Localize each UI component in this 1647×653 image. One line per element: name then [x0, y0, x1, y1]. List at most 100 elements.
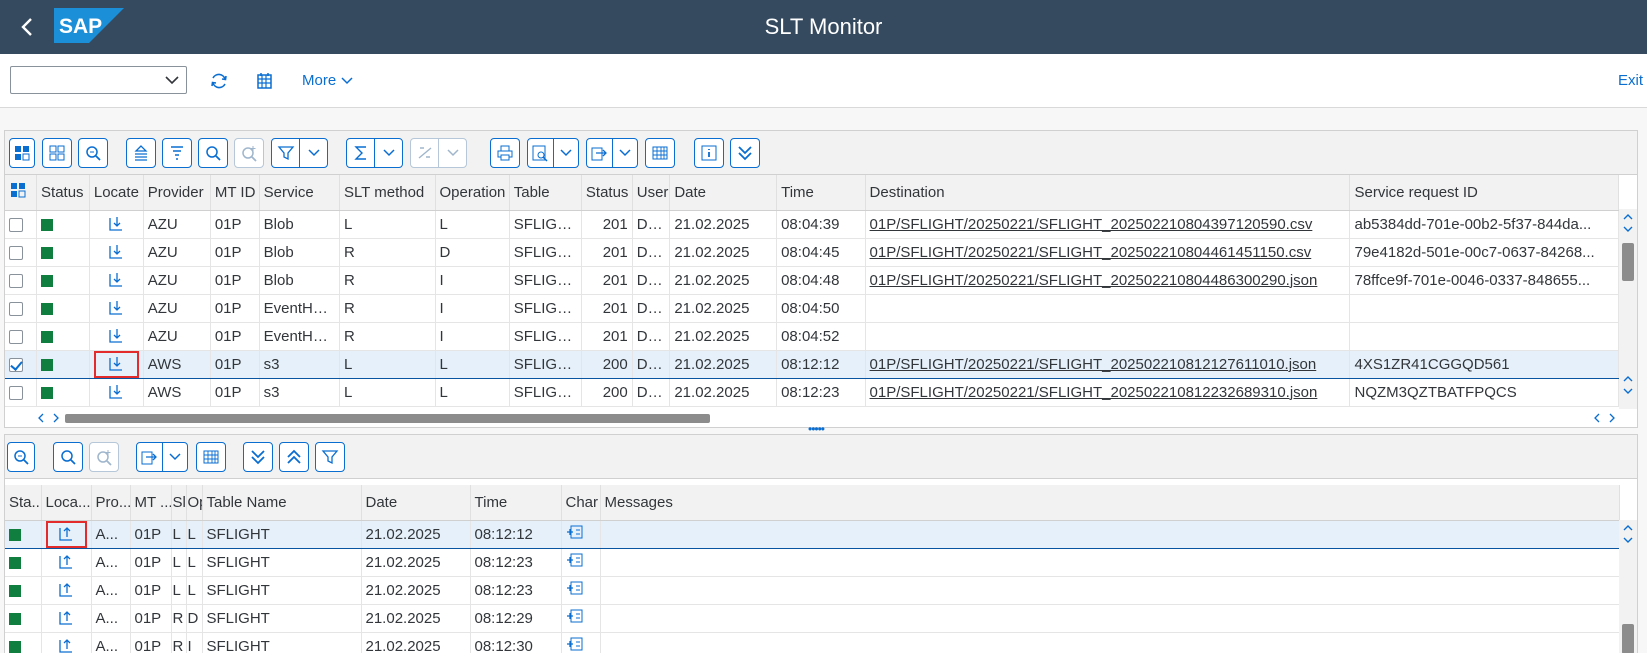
- row-checkbox-cell[interactable]: [5, 238, 38, 267]
- row-checkbox-cell[interactable]: [5, 322, 38, 351]
- upper-vscroll-thumb[interactable]: [1622, 243, 1634, 281]
- lower-collapse-button[interactable]: [279, 442, 309, 472]
- destination-link[interactable]: 01P/SFLIGHT/20250221/SFLIGHT_20250221081…: [865, 378, 1351, 407]
- scroll-up-icon[interactable]: [1619, 373, 1637, 385]
- destination-link[interactable]: 01P/SFLIGHT/20250221/SFLIGHT_20250221080…: [865, 238, 1351, 267]
- locate-cell[interactable]: [41, 604, 92, 633]
- expand-all-button[interactable]: [730, 138, 760, 168]
- table-row[interactable]: AZU 01P Blob R I SFLIGHT 201 DDIC 21.02.2025 08:0…: [5, 266, 1619, 295]
- upper-horizontal-scrollbar[interactable]: [35, 411, 1615, 425]
- sort-descending-button[interactable]: [162, 138, 192, 168]
- col-table-name[interactable]: Table Name: [202, 485, 362, 521]
- row-checkbox[interactable]: [9, 245, 23, 260]
- exit-button[interactable]: Exit: [1618, 72, 1643, 89]
- scroll-right-icon[interactable]: [1605, 411, 1619, 425]
- locate-cell[interactable]: [41, 548, 92, 577]
- char-cell[interactable]: [561, 632, 601, 653]
- table-row[interactable]: AWS 01P s3 L L SFLIGHT 200 DDIC 21.02.2025 08:12:…: [5, 349, 1619, 379]
- col-mt-id[interactable]: MT ID: [210, 175, 260, 211]
- table-row[interactable]: AZU 01P Blob R D SFLIGHT 201 DDIC 21.02.2025 08:0…: [5, 238, 1619, 267]
- spreadsheet-button[interactable]: [645, 138, 675, 168]
- table-row[interactable]: A... 01P R D SFLIGHT 21.02.2025 08:12:29: [5, 604, 1620, 633]
- table-row[interactable]: AZU 01P EventHubs R I SFLIGHT 201 DDIC 21.02.202…: [5, 322, 1619, 351]
- info-button[interactable]: [694, 138, 724, 168]
- locate-button[interactable]: [46, 577, 87, 604]
- col-time-lower[interactable]: Time: [470, 485, 562, 521]
- view-menu-button[interactable]: [527, 138, 579, 168]
- destination-link[interactable]: 01P/SFLIGHT/20250221/SFLIGHT_20250221080…: [865, 266, 1351, 295]
- locate-button[interactable]: [94, 379, 139, 406]
- scroll-up-icon[interactable]: [1619, 522, 1637, 534]
- locate-cell[interactable]: [41, 519, 92, 549]
- char-cell[interactable]: [561, 519, 601, 549]
- locate-button[interactable]: [94, 267, 139, 294]
- col-destination[interactable]: Destination: [865, 175, 1351, 211]
- locate-cell[interactable]: [89, 266, 144, 295]
- print-button[interactable]: [490, 138, 520, 168]
- total-menu-button[interactable]: [346, 138, 403, 168]
- char-cell[interactable]: [561, 604, 601, 633]
- table-row[interactable]: AWS 01P s3 L L SFLIGHT 200 DDIC 21.02.2025 08:12:…: [5, 378, 1619, 407]
- scroll-down-icon[interactable]: [1619, 534, 1637, 546]
- row-checkbox-cell[interactable]: [5, 210, 38, 239]
- col-provider-short[interactable]: Pro...: [91, 485, 131, 521]
- locate-cell[interactable]: [41, 632, 92, 653]
- col-status-short[interactable]: Sta...: [5, 485, 42, 521]
- col-status-code[interactable]: Status: [581, 175, 633, 211]
- lower-export-menu-button[interactable]: [136, 442, 188, 472]
- lower-zoom-button[interactable]: [7, 442, 35, 472]
- col-locate[interactable]: Locate: [89, 175, 144, 211]
- locate-cell[interactable]: [89, 238, 144, 267]
- scroll-down-icon[interactable]: [1619, 385, 1637, 397]
- row-checkbox[interactable]: [9, 329, 23, 344]
- locate-button[interactable]: [94, 239, 139, 266]
- row-checkbox[interactable]: [9, 273, 23, 288]
- col-locate-short[interactable]: Loca...: [41, 485, 92, 521]
- find-button[interactable]: [198, 138, 228, 168]
- table-row[interactable]: A... 01P L L SFLIGHT 21.02.2025 08:12:23: [5, 576, 1620, 605]
- table-row[interactable]: AZU 01P EventHubs R I SFLIGHT 201 DDIC 21.02.202…: [5, 294, 1619, 323]
- col-sl[interactable]: Sl: [171, 485, 187, 521]
- table-row[interactable]: A... 01P L L SFLIGHT 21.02.2025 08:12:12: [5, 519, 1620, 549]
- destination-link[interactable]: [865, 322, 1351, 351]
- col-date-lower[interactable]: Date: [361, 485, 471, 521]
- row-checkbox-cell[interactable]: [5, 349, 38, 379]
- zoom-detail-button[interactable]: [78, 138, 108, 168]
- command-field[interactable]: [10, 66, 187, 94]
- locate-button[interactable]: [94, 323, 139, 350]
- locate-button[interactable]: [46, 633, 87, 653]
- destination-link[interactable]: 01P/SFLIGHT/20250221/SFLIGHT_20250221081…: [865, 349, 1351, 379]
- filter-menu-button[interactable]: [271, 138, 328, 168]
- sort-ascending-button[interactable]: [126, 138, 156, 168]
- locate-button[interactable]: [94, 211, 139, 238]
- table-row[interactable]: A... 01P R I SFLIGHT 21.02.2025 08:12:30: [5, 632, 1620, 653]
- col-service-request-id[interactable]: Service request ID: [1349, 175, 1619, 211]
- locate-button[interactable]: [93, 351, 139, 377]
- deselect-all-button[interactable]: [42, 138, 72, 168]
- destination-link[interactable]: [865, 294, 1351, 323]
- locate-cell[interactable]: [41, 576, 92, 605]
- row-checkbox-cell[interactable]: [5, 266, 38, 295]
- locate-button[interactable]: [46, 549, 87, 576]
- lower-spreadsheet-button[interactable]: [196, 442, 226, 472]
- lower-expand-button[interactable]: [243, 442, 273, 472]
- select-all-header[interactable]: [5, 175, 38, 211]
- locate-button[interactable]: [46, 605, 87, 632]
- lower-vertical-scrollbar[interactable]: [1619, 520, 1637, 653]
- locate-cell[interactable]: [89, 349, 144, 379]
- col-messages[interactable]: Messages: [600, 485, 1620, 521]
- scroll-left-icon[interactable]: [1591, 411, 1605, 425]
- refresh-button[interactable]: [204, 66, 234, 96]
- locate-cell[interactable]: [89, 294, 144, 323]
- locate-cell[interactable]: [89, 378, 144, 407]
- destination-link[interactable]: 01P/SFLIGHT/20250221/SFLIGHT_20250221080…: [865, 210, 1351, 239]
- col-char[interactable]: Char: [561, 485, 601, 521]
- subtotal-menu-button[interactable]: [410, 138, 467, 168]
- char-cell[interactable]: [561, 548, 601, 577]
- col-status[interactable]: Status: [36, 175, 90, 211]
- col-op[interactable]: Op: [186, 485, 203, 521]
- details-button[interactable]: [9, 138, 35, 168]
- row-checkbox-cell[interactable]: [5, 294, 38, 323]
- locate-cell[interactable]: [89, 322, 144, 351]
- col-date[interactable]: Date: [669, 175, 778, 211]
